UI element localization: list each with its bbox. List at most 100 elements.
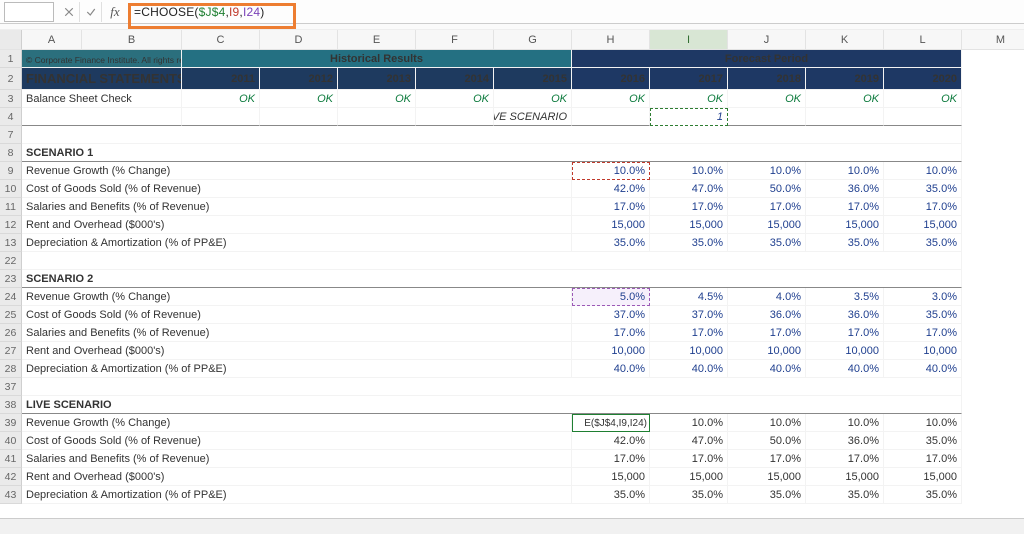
col-header[interactable]: E (338, 30, 416, 50)
data-cell[interactable]: 35.0% (650, 234, 728, 252)
data-cell[interactable]: 3.5% (806, 288, 884, 306)
data-cell[interactable]: 10,000 (884, 342, 962, 360)
select-all-corner[interactable] (0, 30, 22, 50)
data-cell[interactable]: 10.0% (884, 414, 962, 432)
data-cell[interactable]: 40.0% (572, 360, 650, 378)
data-cell[interactable]: 10.0% (806, 414, 884, 432)
data-cell[interactable]: 15,000 (806, 216, 884, 234)
row-header[interactable]: 40 (0, 432, 22, 450)
data-cell[interactable]: 37.0% (650, 306, 728, 324)
data-cell[interactable]: 40.0% (806, 360, 884, 378)
data-cell[interactable]: 35.0% (728, 234, 806, 252)
data-cell[interactable]: 15,000 (650, 216, 728, 234)
row-header[interactable]: 37 (0, 378, 22, 396)
row-header[interactable]: 39 (0, 414, 22, 432)
data-cell[interactable]: 17.0% (806, 198, 884, 216)
data-cell[interactable]: 35.0% (650, 486, 728, 504)
row-header[interactable]: 24 (0, 288, 22, 306)
data-cell[interactable]: 15,000 (806, 468, 884, 486)
data-cell[interactable]: 17.0% (884, 198, 962, 216)
data-cell[interactable]: 40.0% (884, 360, 962, 378)
data-cell[interactable]: 17.0% (806, 324, 884, 342)
data-cell[interactable]: 17.0% (572, 198, 650, 216)
data-cell[interactable]: 17.0% (728, 450, 806, 468)
col-header[interactable]: G (494, 30, 572, 50)
cell-I9[interactable]: 10.0% (572, 162, 650, 180)
confirm-formula-button[interactable] (80, 2, 102, 22)
data-cell[interactable]: 42.0% (572, 432, 650, 450)
data-cell[interactable]: 47.0% (650, 180, 728, 198)
data-cell[interactable]: 35.0% (884, 180, 962, 198)
row-header[interactable]: 4 (0, 108, 22, 126)
formula-input[interactable]: =CHOOSE($J$4,I9,I24) (128, 5, 1024, 19)
row-header[interactable]: 28 (0, 360, 22, 378)
data-cell[interactable]: 36.0% (806, 306, 884, 324)
grid[interactable]: 1 © Corporate Finance Institute. All rig… (0, 50, 1024, 518)
data-cell[interactable]: 35.0% (884, 234, 962, 252)
col-header[interactable]: J (728, 30, 806, 50)
col-header[interactable]: F (416, 30, 494, 50)
col-header[interactable]: C (182, 30, 260, 50)
cancel-formula-button[interactable] (58, 2, 80, 22)
row-header[interactable]: 23 (0, 270, 22, 288)
live-scenario-value-cell[interactable]: 1 (650, 108, 728, 126)
row-header[interactable]: 22 (0, 252, 22, 270)
col-header[interactable]: D (260, 30, 338, 50)
data-cell[interactable]: 10.0% (728, 162, 806, 180)
data-cell[interactable]: 10.0% (650, 162, 728, 180)
cell-I24[interactable]: 5.0% (572, 288, 650, 306)
data-cell[interactable]: 17.0% (884, 324, 962, 342)
row-header[interactable]: 27 (0, 342, 22, 360)
data-cell[interactable]: 36.0% (806, 180, 884, 198)
row-header[interactable]: 43 (0, 486, 22, 504)
data-cell[interactable]: 42.0% (572, 180, 650, 198)
data-cell[interactable]: 10.0% (650, 414, 728, 432)
data-cell[interactable]: 36.0% (728, 306, 806, 324)
col-header[interactable]: A (22, 30, 82, 50)
data-cell[interactable]: 15,000 (728, 468, 806, 486)
data-cell[interactable]: 15,000 (728, 216, 806, 234)
data-cell[interactable]: 15,000 (650, 468, 728, 486)
horizontal-scrollbar[interactable] (0, 518, 1024, 534)
name-box[interactable] (4, 2, 54, 22)
data-cell[interactable]: 10.0% (884, 162, 962, 180)
row-header[interactable]: 10 (0, 180, 22, 198)
data-cell[interactable]: 15,000 (572, 216, 650, 234)
data-cell[interactable]: 15,000 (884, 216, 962, 234)
data-cell[interactable]: 15,000 (572, 468, 650, 486)
data-cell[interactable]: 35.0% (572, 486, 650, 504)
col-header-active[interactable]: I (650, 30, 728, 50)
data-cell[interactable]: 10,000 (572, 342, 650, 360)
row-header[interactable]: 2 (0, 68, 22, 90)
data-cell[interactable]: 10.0% (728, 414, 806, 432)
data-cell[interactable]: 50.0% (728, 180, 806, 198)
data-cell[interactable]: 17.0% (572, 324, 650, 342)
data-cell[interactable]: 17.0% (884, 450, 962, 468)
data-cell[interactable]: 35.0% (728, 486, 806, 504)
row-header[interactable]: 8 (0, 144, 22, 162)
data-cell[interactable]: 10.0% (806, 162, 884, 180)
data-cell[interactable]: 35.0% (884, 486, 962, 504)
data-cell[interactable]: 17.0% (650, 198, 728, 216)
data-cell[interactable]: 37.0% (572, 306, 650, 324)
row-header[interactable]: 13 (0, 234, 22, 252)
data-cell[interactable]: 40.0% (650, 360, 728, 378)
col-header[interactable]: K (806, 30, 884, 50)
row-header[interactable]: 7 (0, 126, 22, 144)
row-header[interactable]: 1 (0, 50, 22, 68)
row-header[interactable]: 38 (0, 396, 22, 414)
row-header[interactable]: 12 (0, 216, 22, 234)
data-cell[interactable]: 4.0% (728, 288, 806, 306)
data-cell[interactable]: 35.0% (884, 432, 962, 450)
data-cell[interactable]: 4.5% (650, 288, 728, 306)
data-cell[interactable]: 10,000 (728, 342, 806, 360)
col-header[interactable]: H (572, 30, 650, 50)
col-header[interactable]: M (962, 30, 1024, 50)
row-header[interactable]: 11 (0, 198, 22, 216)
row-header[interactable]: 26 (0, 324, 22, 342)
data-cell[interactable]: 10,000 (650, 342, 728, 360)
data-cell[interactable]: 17.0% (728, 198, 806, 216)
row-header[interactable]: 41 (0, 450, 22, 468)
col-header[interactable]: B (82, 30, 182, 50)
data-cell[interactable]: 47.0% (650, 432, 728, 450)
